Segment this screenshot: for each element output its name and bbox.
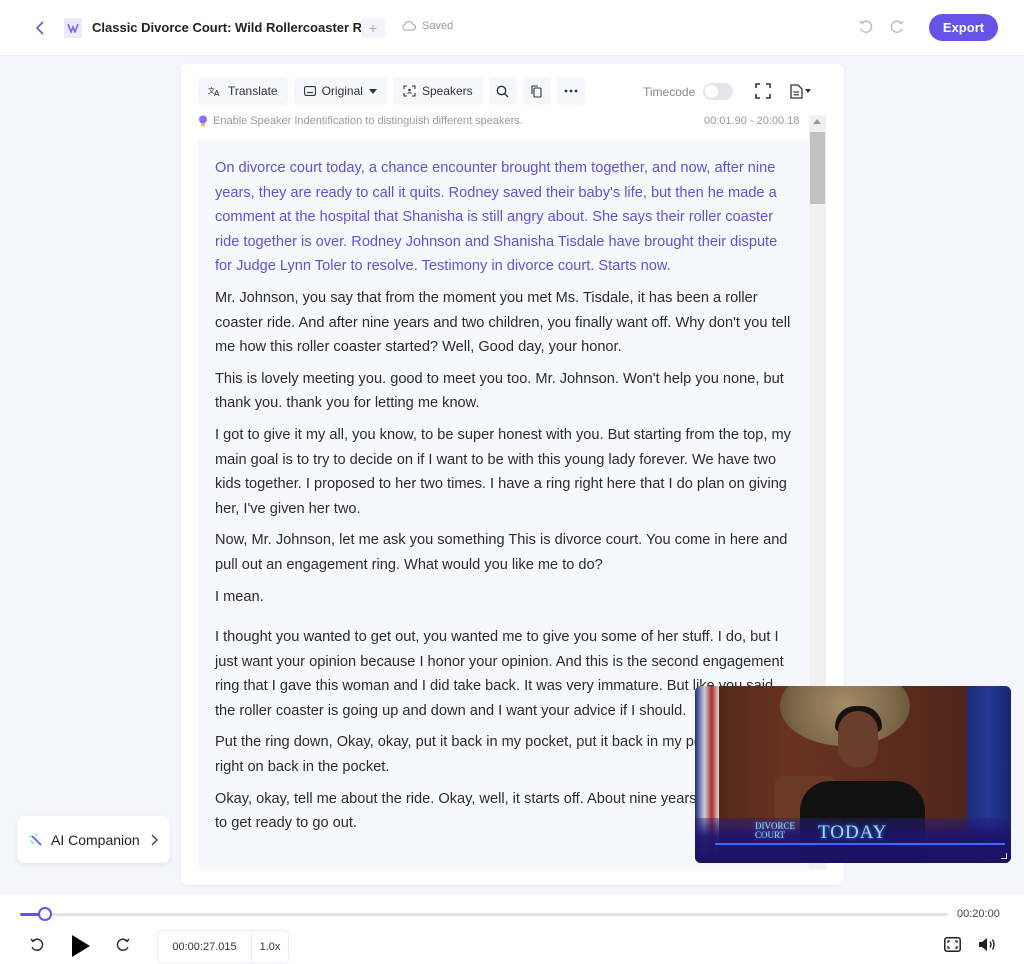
- ai-companion-button[interactable]: AI Companion: [17, 816, 170, 863]
- speakers-button[interactable]: Speakers: [392, 77, 483, 105]
- rewind-icon: [30, 938, 44, 951]
- scroll-thumb[interactable]: [810, 132, 825, 204]
- undo-button[interactable]: [857, 18, 875, 36]
- expand-button[interactable]: [755, 83, 771, 99]
- rewind-button[interactable]: [29, 937, 45, 958]
- translate-label: Translate: [228, 84, 278, 98]
- speaker-id-hint: Enable Speaker Indentification to distin…: [198, 115, 523, 127]
- redo-icon: [890, 20, 904, 33]
- redo-button[interactable]: [888, 18, 906, 36]
- speakers-label: Speakers: [421, 84, 473, 98]
- timecode-control: Timecode: [643, 83, 734, 100]
- current-time: 00:00:27.015: [158, 931, 252, 963]
- time-range: 00:01.90 - 20:00.18: [704, 115, 800, 127]
- playback-speed-button[interactable]: 1.0x: [252, 931, 288, 963]
- forward-icon: [116, 938, 130, 951]
- document-title[interactable]: Classic Divorce Court: Wild Rollercoaste…: [92, 20, 381, 35]
- video-preview[interactable]: DIVORCE COURT TODAY: [695, 686, 1011, 863]
- playback-info: 00:00:27.015 1.0x: [157, 930, 289, 964]
- transcript-paragraph-active[interactable]: On divorce court today, a chance encount…: [215, 156, 792, 279]
- judge-head: [838, 711, 878, 767]
- scroll-up-arrow-icon[interactable]: [813, 119, 821, 124]
- more-horizontal-icon: [564, 89, 578, 93]
- seek-handle[interactable]: [38, 907, 53, 921]
- document-export-menu[interactable]: [790, 82, 816, 100]
- seek-bar[interactable]: [20, 907, 948, 921]
- play-button[interactable]: [70, 934, 92, 963]
- view-mode-dropdown[interactable]: Original: [293, 77, 387, 105]
- chevron-right-icon: [151, 834, 158, 845]
- save-status-label: Saved: [422, 20, 454, 32]
- show-logo: DIVORCE COURT: [755, 822, 795, 840]
- document-icon: [790, 83, 803, 99]
- copy-icon: [531, 84, 542, 98]
- document-logo-icon: [64, 18, 82, 38]
- ai-companion-label: AI Companion: [51, 831, 140, 848]
- transcript-paragraph[interactable]: Mr. Johnson, you say that from the momen…: [215, 286, 792, 360]
- transcript-paragraph[interactable]: Now, Mr. Johnson, let me ask you somethi…: [215, 528, 792, 577]
- play-icon: [72, 935, 90, 957]
- speaker-id-hint-text: Enable Speaker Indentification to distin…: [213, 115, 523, 127]
- search-button[interactable]: [488, 77, 517, 105]
- top-bar: Classic Divorce Court: Wild Rollercoaste…: [0, 0, 1024, 56]
- export-button[interactable]: Export: [929, 14, 998, 41]
- back-button[interactable]: [34, 18, 48, 38]
- more-options-button[interactable]: [556, 77, 585, 105]
- translate-button[interactable]: 文A Translate: [198, 77, 288, 105]
- timecode-toggle[interactable]: [703, 83, 734, 100]
- timecode-label: Timecode: [643, 84, 696, 99]
- resize-handle[interactable]: [1001, 853, 1007, 859]
- chevron-left-icon: [35, 21, 44, 35]
- fullscreen-button[interactable]: [944, 937, 961, 957]
- total-duration: 00:20:00: [957, 908, 1000, 920]
- transcript-paragraph[interactable]: I got to give it my all, you know, to be…: [215, 423, 792, 521]
- save-status: Saved: [402, 20, 453, 32]
- show-logo-bottom: COURT: [755, 830, 785, 840]
- speaker-scan-icon: [403, 85, 416, 97]
- fullscreen-icon: [944, 937, 961, 952]
- svg-text:A: A: [214, 89, 220, 97]
- view-mode-label: Original: [321, 84, 363, 98]
- copy-button[interactable]: [522, 77, 551, 105]
- volume-icon: [979, 938, 995, 951]
- transcript-toolbar: 文A Translate Original Speakers: [198, 77, 585, 105]
- cloud-icon: [402, 21, 416, 31]
- show-title: TODAY: [818, 822, 888, 843]
- undo-icon: [859, 20, 873, 33]
- magic-wand-icon: [29, 833, 42, 846]
- transcript-paragraph[interactable]: This is lovely meeting you. good to meet…: [215, 367, 792, 416]
- volume-button[interactable]: [978, 937, 996, 957]
- lightbulb-icon: [199, 115, 207, 126]
- subtitle-icon: [303, 86, 316, 96]
- fullscreen-icon: [755, 83, 771, 99]
- caret-down-icon: [805, 89, 811, 93]
- translate-icon: 文A: [208, 86, 220, 97]
- caret-down-icon: [368, 88, 377, 94]
- media-player: 00:20:00 00:00:27.015 1.0x: [0, 893, 1024, 964]
- search-icon: [496, 85, 509, 97]
- add-button[interactable]: +: [361, 18, 385, 38]
- forward-button[interactable]: [115, 937, 131, 958]
- transcript-paragraph[interactable]: I mean.: [215, 585, 792, 610]
